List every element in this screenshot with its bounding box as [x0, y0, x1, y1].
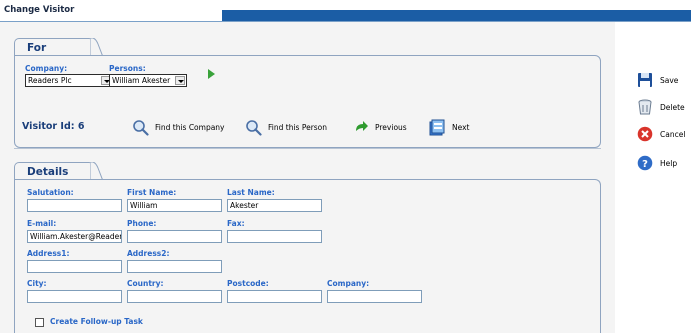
fax-label: Fax: — [227, 219, 245, 228]
chevron-down-icon[interactable] — [175, 76, 185, 85]
title-bar: Change Visitor — [0, 0, 691, 22]
trash-can-icon — [638, 99, 652, 115]
previous-button[interactable]: Previous — [352, 117, 407, 137]
persons-select[interactable]: William Akester — [109, 74, 187, 87]
find-person-label: Find this Person — [268, 122, 328, 132]
title-accent-bar — [222, 10, 691, 21]
previous-label: Previous — [375, 122, 407, 132]
find-company-label: Find this Company — [155, 122, 225, 132]
email-label: E-mail: — [27, 219, 57, 228]
company-select[interactable]: Readers Plc — [25, 74, 113, 87]
phone-label: Phone: — [127, 219, 157, 228]
svg-text:?: ? — [642, 159, 648, 170]
cancel-button[interactable]: Cancel — [637, 125, 685, 143]
help-icon: ? — [637, 155, 653, 171]
floppy-disk-icon — [638, 73, 652, 87]
phone-field[interactable] — [127, 230, 222, 243]
help-label: Help — [660, 158, 678, 168]
help-button[interactable]: ? Help — [637, 154, 677, 172]
visitor-id: Visitor Id: 6 — [22, 121, 85, 132]
company-detail-field[interactable] — [327, 290, 422, 303]
find-company-button[interactable]: Find this Company — [132, 117, 225, 137]
first-name-label: First Name: — [127, 188, 177, 197]
last-name-label: Last Name: — [227, 188, 275, 197]
find-person-button[interactable]: Find this Person — [245, 117, 327, 137]
tab-for[interactable]: For — [14, 38, 94, 56]
first-name-field[interactable]: William — [127, 199, 222, 212]
address1-label: Address1: — [27, 249, 70, 258]
delete-label: Delete — [660, 102, 685, 112]
section-divider — [14, 148, 601, 149]
address2-label: Address2: — [127, 249, 170, 258]
salutation-label: Salutation: — [27, 188, 74, 197]
document-next-icon — [429, 119, 445, 135]
persons-label: Persons: — [109, 64, 146, 73]
email-field[interactable]: William.Akester@Reader — [27, 230, 122, 243]
country-field[interactable] — [127, 290, 222, 303]
city-label: City: — [27, 279, 47, 288]
next-label: Next — [452, 122, 470, 132]
last-name-field[interactable]: Akester — [227, 199, 322, 212]
address1-field[interactable] — [27, 260, 122, 273]
undo-arrow-icon — [356, 120, 368, 131]
followup-checkbox[interactable] — [35, 318, 44, 327]
address2-field[interactable] — [127, 260, 222, 273]
company-detail-label: Company: — [327, 279, 370, 288]
magnifier-icon — [133, 119, 149, 136]
company-select-value: Readers Plc — [28, 76, 72, 85]
tab-details[interactable]: Details — [14, 162, 94, 180]
followup-label: Create Follow-up Task — [50, 317, 143, 326]
delete-button[interactable]: Delete — [637, 98, 685, 116]
fax-field[interactable] — [227, 230, 322, 243]
country-label: Country: — [127, 279, 164, 288]
save-button[interactable]: Save — [637, 71, 678, 89]
save-label: Save — [660, 75, 679, 85]
next-button[interactable]: Next — [429, 117, 469, 137]
persons-select-value: William Akester — [112, 76, 171, 85]
window-title: Change Visitor — [4, 5, 75, 15]
city-field[interactable] — [27, 290, 122, 303]
company-label: Company: — [25, 64, 68, 73]
go-arrow-icon[interactable] — [208, 69, 215, 79]
cancel-label: Cancel — [660, 129, 686, 139]
tab-for-label: For — [27, 42, 47, 54]
cancel-icon — [637, 126, 653, 142]
magnifier-icon — [246, 119, 262, 136]
tab-details-label: Details — [27, 166, 69, 178]
postcode-label: Postcode: — [227, 279, 269, 288]
postcode-field[interactable] — [227, 290, 322, 303]
salutation-field[interactable] — [27, 199, 122, 212]
